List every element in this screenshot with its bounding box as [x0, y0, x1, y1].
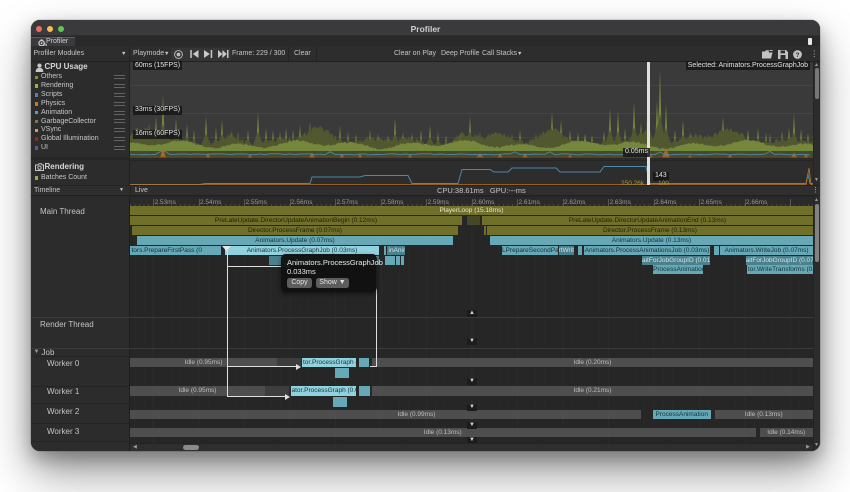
svg-text:?: ?	[796, 52, 800, 59]
